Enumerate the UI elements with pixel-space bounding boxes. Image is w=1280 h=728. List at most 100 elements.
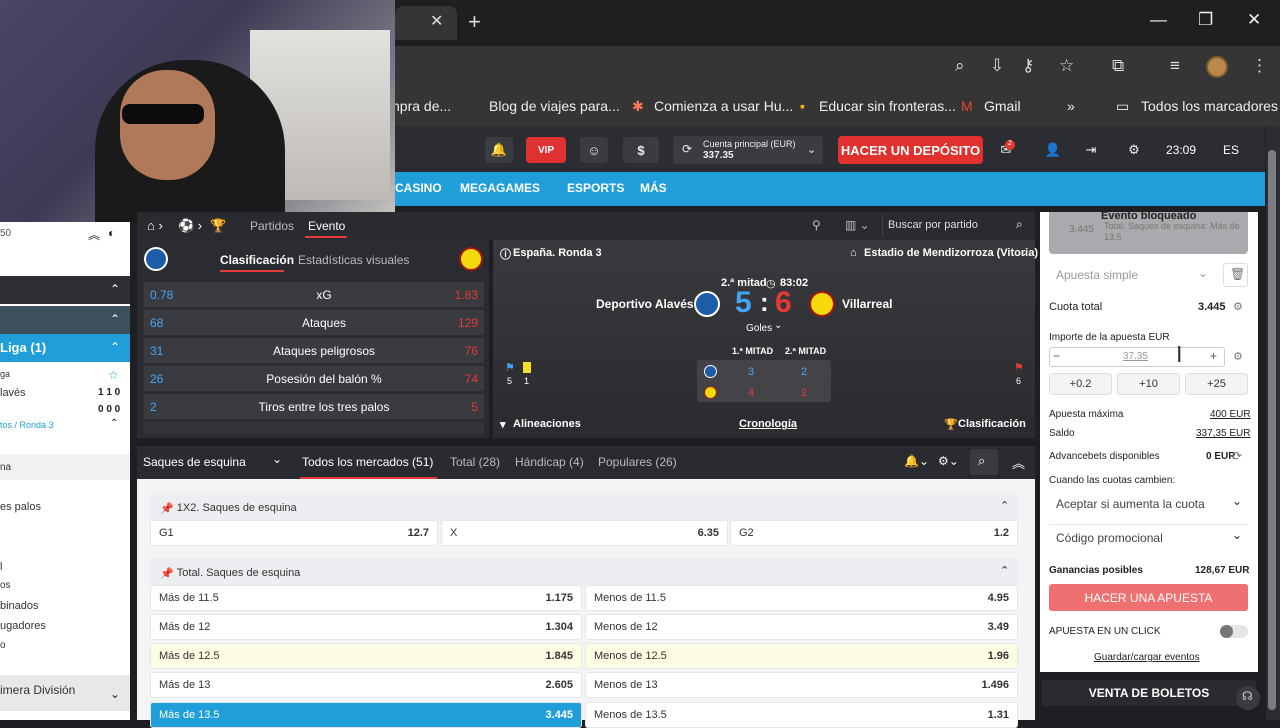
nav-casino[interactable]: CASINO (395, 181, 442, 195)
bookmark-item[interactable]: npra de... (392, 98, 451, 114)
tab-evento[interactable]: Evento (308, 219, 345, 233)
tab-all-markets[interactable]: Todos los mercados (51) (302, 455, 433, 469)
bookmarks-overflow[interactable]: » (1067, 98, 1075, 114)
market-item[interactable]: o (0, 640, 130, 651)
chart-icon[interactable]: ▥ ⌄ (845, 218, 870, 232)
tab-partidos[interactable]: Partidos (250, 219, 294, 233)
refresh-icon[interactable]: ⟳ (682, 142, 692, 156)
tab-popular[interactable]: Populares (26) (598, 455, 677, 469)
trophy-icon[interactable]: 🏆 (210, 218, 226, 234)
nav-more[interactable]: MÁS (640, 181, 667, 195)
media-icon[interactable]: ≡ (1170, 56, 1180, 76)
collapse-icon[interactable]: ︽ (88, 226, 100, 243)
odd-cell[interactable]: X 6.35 (441, 520, 728, 546)
tab-total[interactable]: Total (28) (450, 455, 500, 469)
odd-cell[interactable]: Más de 11.5 1.175 (150, 585, 582, 611)
timeline-button[interactable]: Cronología (739, 418, 797, 430)
tab-visual-stats[interactable]: Estadísticas visuales (298, 253, 409, 267)
odd-cell[interactable]: Más de 13 2.605 (150, 672, 582, 698)
standings-button[interactable]: Clasificación (958, 418, 1026, 430)
market-item[interactable]: na (0, 462, 130, 473)
account-selector[interactable]: ⟳ Cuenta principal (EUR) 337.35 ⌄ (673, 136, 823, 164)
odd-cell-selected[interactable]: Más de 13.5 3.445 (150, 702, 582, 728)
lock-icon[interactable]: ⚲ (812, 218, 821, 232)
refresh-icon[interactable]: ⟳ (1232, 449, 1242, 463)
favorite-icon[interactable]: ☆ (108, 368, 119, 382)
zoom-icon[interactable]: ⌕ (955, 56, 965, 76)
close-window-icon[interactable]: ✕ (1247, 10, 1261, 30)
menu-icon[interactable]: ⋮ (1251, 56, 1268, 76)
language-selector[interactable]: ES (1223, 143, 1239, 157)
pin-icon[interactable]: 📌 (160, 502, 177, 515)
market-item[interactable]: l (0, 561, 130, 573)
market-group-header[interactable]: 📌 Total. Saques de esquina (150, 558, 1018, 588)
minimize-icon[interactable]: — (1150, 10, 1167, 30)
dollar-icon[interactable]: $ (623, 137, 659, 163)
odd-cell[interactable]: G1 12.7 (150, 520, 438, 546)
maximize-icon[interactable]: ❐ (1198, 10, 1213, 30)
odd-cell[interactable]: Menos de 11.5 4.95 (585, 585, 1018, 611)
search-input[interactable]: Buscar por partido (888, 219, 978, 231)
bookmark-item[interactable]: Blog de viajes para... (489, 98, 620, 114)
logout-icon[interactable]: ⇥ (1080, 137, 1102, 163)
market-dropdown[interactable]: Saques de esquina (143, 455, 246, 469)
lineups-button[interactable]: Alineaciones (513, 418, 581, 430)
odd-cell[interactable]: Más de 12 1.304 (150, 614, 582, 640)
search-icon[interactable]: ⌕ (1016, 217, 1023, 232)
stadium[interactable]: Estadio de Mendizorroza (Vitoria) (864, 247, 1038, 259)
pin-icon[interactable]: 📌 (160, 567, 177, 580)
browser-tab[interactable] (395, 6, 457, 40)
key-icon[interactable]: ⚷ (1022, 56, 1034, 76)
home-icon[interactable]: ⌂ › (147, 218, 163, 233)
vip-button[interactable]: VIP (526, 137, 566, 163)
deposit-button[interactable]: HACER UN DEPÓSITO (838, 136, 983, 164)
ticket-sales-button[interactable]: VENTA DE BOLETOS (1042, 680, 1256, 706)
bell-icon[interactable]: 🔔⌄ (904, 454, 929, 468)
extensions-icon[interactable]: ⧉ (1112, 56, 1124, 76)
user-icon[interactable]: 👤 (1038, 137, 1068, 163)
nav-esports[interactable]: ESPORTS (567, 181, 624, 195)
soccer-icon[interactable]: ⚽ › (178, 218, 202, 234)
balance[interactable]: 337,35 EUR (1196, 428, 1250, 439)
market-group-header[interactable]: 📌 1X2. Saques de esquina (150, 493, 1018, 523)
goals-dropdown[interactable]: Goles (746, 323, 772, 334)
market-item[interactable]: ugadores (0, 620, 130, 632)
max-bet[interactable]: 400 EUR (1210, 409, 1251, 420)
odd-cell[interactable]: Más de 12.5 1.845 (150, 643, 582, 669)
market-item[interactable]: binados (0, 600, 130, 612)
tab-handicap[interactable]: Hándicap (4) (515, 455, 584, 469)
market-item[interactable]: os (0, 580, 130, 591)
chevron-up-icon[interactable]: ⌃ (1000, 499, 1009, 512)
odd-cell[interactable]: Menos de 12 3.49 (585, 614, 1018, 640)
new-tab-button[interactable]: + (468, 9, 481, 35)
bookmark-all[interactable]: Todos los marcadores (1141, 98, 1278, 114)
odd-cell[interactable]: Menos de 13 1.496 (585, 672, 1018, 698)
install-icon[interactable]: ⇩ (990, 56, 1004, 76)
tab-clasificacion[interactable]: Clasificación (220, 253, 294, 267)
promo-icon[interactable]: ☺ (580, 137, 608, 163)
globe-icon[interactable]: ◐ (108, 226, 115, 240)
close-tab-icon[interactable]: ✕ (430, 11, 443, 31)
chevron-up-icon[interactable]: ⌃ (1000, 564, 1009, 577)
market-item[interactable]: es palos (0, 501, 130, 513)
collapse-icon[interactable]: ︽ (1012, 453, 1025, 472)
settings-icon[interactable]: ⚙ (1233, 350, 1243, 363)
bookmark-item[interactable]: Comienza a usar Hu... (654, 98, 793, 114)
stake-value[interactable]: 37.35 (1123, 351, 1148, 362)
profile-avatar[interactable] (1206, 56, 1228, 78)
star-icon[interactable]: ☆ (1059, 56, 1074, 76)
place-bet-button[interactable]: HACER UNA APUESTA (1049, 584, 1248, 611)
odd-cell[interactable]: Menos de 13.5 1.31 (585, 702, 1018, 728)
notification-icon[interactable]: 🔔 (485, 137, 513, 163)
odd-cell[interactable]: Menos de 12.5 1.96 (585, 643, 1018, 669)
odd-cell[interactable]: G2 1.2 (730, 520, 1018, 546)
increase-button[interactable]: + (1210, 349, 1217, 363)
settings-icon[interactable]: ⚙ (1233, 300, 1243, 313)
decrease-button[interactable]: − (1053, 349, 1060, 363)
quick-stake-button[interactable]: +25 (1185, 373, 1248, 395)
bookmark-item[interactable]: Gmail (984, 98, 1021, 114)
settings-icon[interactable]: ⚙ (1118, 137, 1150, 163)
scrollbar-thumb[interactable] (1268, 150, 1276, 710)
quick-stake-button[interactable]: +10 (1117, 373, 1180, 395)
nav-megagames[interactable]: MEGAGAMES (460, 181, 540, 195)
